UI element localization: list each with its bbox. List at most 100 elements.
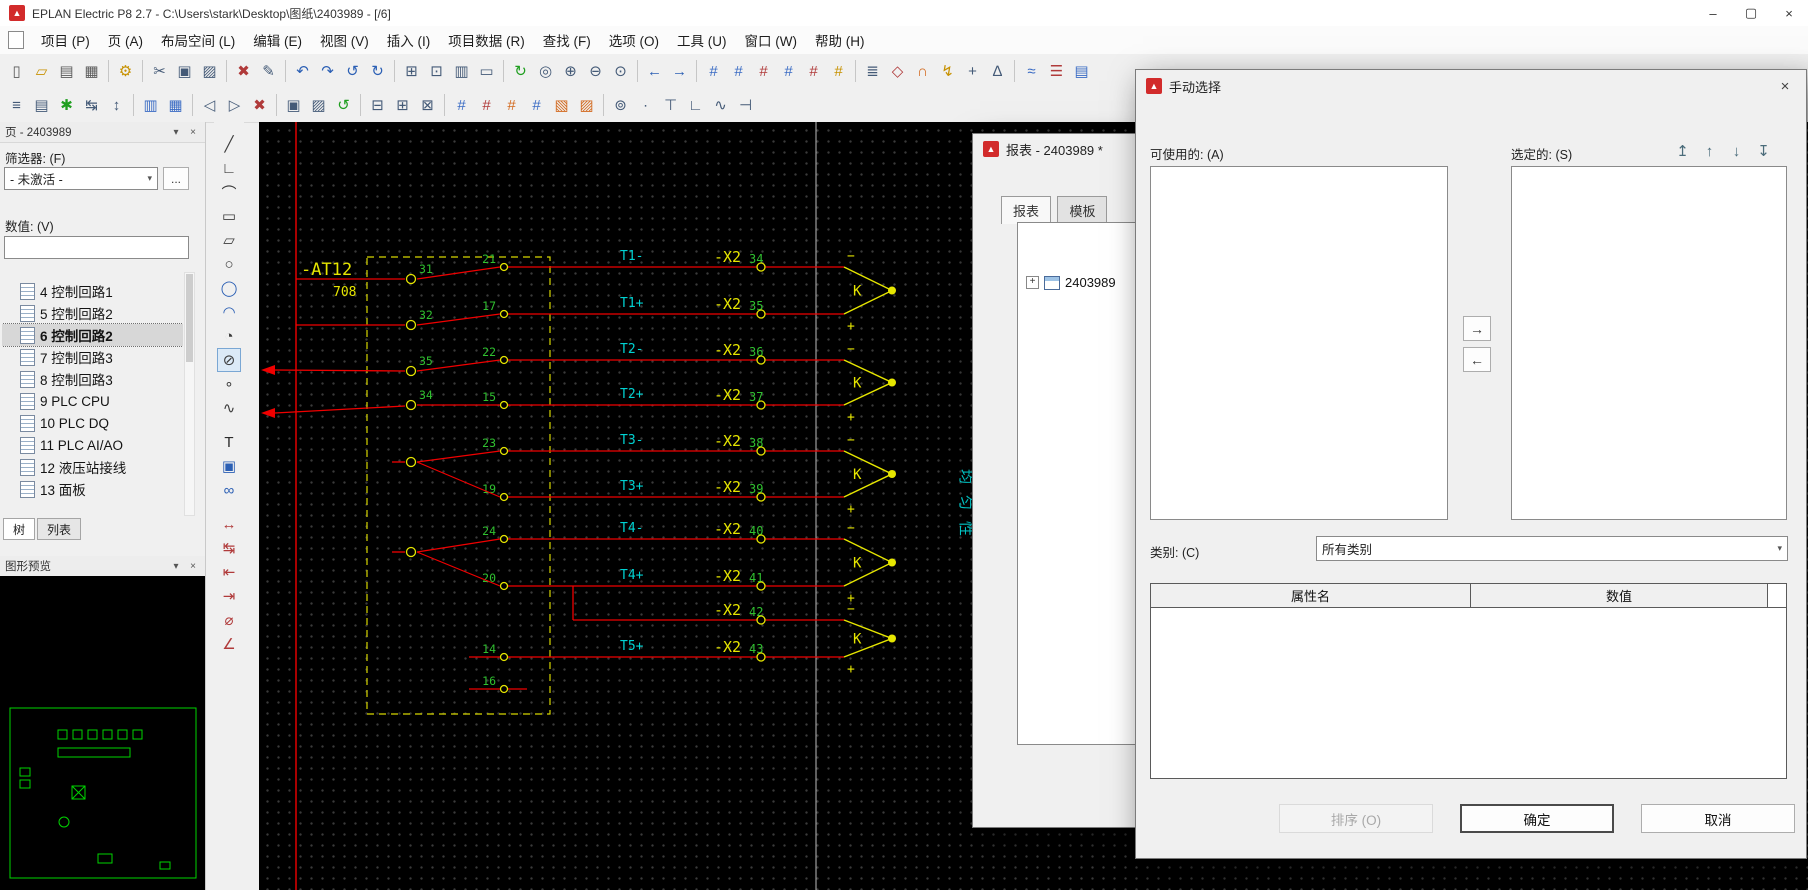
draw-sector-icon[interactable]: ◔	[217, 324, 241, 348]
menu-item-2[interactable]: 布局空间 (L)	[152, 26, 244, 54]
ok-button[interactable]: 确定	[1460, 804, 1614, 833]
wire-junction-icon[interactable]: ∙	[633, 93, 658, 118]
page-panel-header[interactable]: 页 - 2403989 ▾×	[0, 122, 205, 143]
dock-menu-icon[interactable]: ▾	[169, 125, 183, 139]
next-page-icon[interactable]: ▷	[222, 93, 247, 118]
report-tree-item[interactable]: + 2403989	[1026, 275, 1116, 290]
space-horizontal-icon[interactable]: ↹	[79, 93, 104, 118]
grid-size-d-icon[interactable]: #	[801, 59, 826, 84]
menu-item-7[interactable]: 查找 (F)	[534, 26, 600, 54]
menu-item-8[interactable]: 选项 (O)	[600, 26, 668, 54]
move-to-bottom-button[interactable]: ↧	[1750, 140, 1777, 162]
menu-item-3[interactable]: 编辑 (E)	[244, 26, 311, 54]
expand-icon[interactable]: +	[1026, 276, 1039, 289]
cancel-button[interactable]: 取消	[1641, 804, 1795, 833]
delete-icon[interactable]: ✖	[231, 59, 256, 84]
grid-size-b-icon[interactable]: #	[751, 59, 776, 84]
page-forward-icon[interactable]: →	[667, 59, 692, 84]
dimension-linear-icon[interactable]: ↔	[217, 512, 241, 536]
cut-icon[interactable]: ✂	[147, 59, 172, 84]
symbol-grid-1-icon[interactable]: #	[449, 93, 474, 118]
insert-page-macro-icon[interactable]: ▣	[281, 93, 306, 118]
column-value[interactable]: 数值	[1471, 584, 1768, 607]
insert-symbol-icon[interactable]: ⊡	[424, 59, 449, 84]
menu-item-5[interactable]: 插入 (I)	[378, 26, 440, 54]
insert-text-icon[interactable]: T	[217, 430, 241, 454]
available-listbox[interactable]	[1150, 166, 1448, 520]
design-mode-icon[interactable]: ∩	[910, 59, 935, 84]
insert-symbol-macro-icon[interactable]: ▨	[306, 93, 331, 118]
dimension-angle-icon[interactable]: ∠	[217, 632, 241, 656]
tab-template[interactable]: 模板	[1057, 196, 1107, 224]
filter-combobox[interactable]: - 未激活 - ▾	[4, 167, 158, 190]
dimension-continued-icon[interactable]: ↹	[217, 536, 241, 560]
page-back-icon[interactable]: ←	[642, 59, 667, 84]
print-icon[interactable]: ▦	[79, 59, 104, 84]
tree-item-page-0[interactable]: 4 控制回路1	[2, 280, 183, 302]
maximize-button[interactable]: ▢	[1732, 0, 1770, 26]
dimension-radius-icon[interactable]: ⌀	[217, 608, 241, 632]
move-down-button[interactable]: ↓	[1723, 140, 1750, 162]
draw-circle-partial-icon[interactable]: ⊘	[217, 348, 241, 372]
tab-report[interactable]: 报表	[1001, 196, 1051, 224]
dimension-baseline-icon[interactable]: ⇤	[217, 560, 241, 584]
grid-size-c-icon[interactable]: #	[776, 59, 801, 84]
draw-spline-icon[interactable]: ∿	[217, 396, 241, 420]
increment-icon[interactable]: ∆	[985, 59, 1010, 84]
connection-symbols-icon[interactable]: ≈	[1019, 59, 1044, 84]
insert-device-icon[interactable]: ⊚	[608, 93, 633, 118]
menu-item-10[interactable]: 窗口 (W)	[736, 26, 806, 54]
zoom-window-icon[interactable]: ◎	[533, 59, 558, 84]
object-snap-icon[interactable]: ◇	[885, 59, 910, 84]
insert-hyperlink-icon[interactable]: ∞	[217, 478, 241, 502]
tree-item-page-2[interactable]: 6 控制回路2	[2, 324, 183, 346]
coordinate-input-icon[interactable]: +	[960, 59, 985, 84]
page-navigator-icon[interactable]: ≡	[4, 93, 29, 118]
tree-item-page-1[interactable]: 5 控制回路2	[2, 302, 183, 324]
graphical-workspace-icon[interactable]: ▭	[474, 59, 499, 84]
tree-item-page-3[interactable]: 7 控制回路3	[2, 346, 183, 368]
jump-point-icon[interactable]: ↯	[935, 59, 960, 84]
graphical-preview[interactable]	[0, 576, 205, 890]
tree-item-page-6[interactable]: 10 PLC DQ	[2, 412, 183, 434]
generate-reports-icon[interactable]: ▦	[163, 93, 188, 118]
draw-arc-3point-icon[interactable]: ◠	[217, 300, 241, 324]
close-project-icon[interactable]: ✖	[247, 93, 272, 118]
tree-item-page-8[interactable]: 12 液压站接线	[2, 456, 183, 478]
scrollbar-thumb[interactable]	[186, 274, 193, 362]
page-preview-icon[interactable]: ▤	[54, 59, 79, 84]
remove-from-selected-button[interactable]: ←	[1463, 347, 1491, 372]
draw-circle-icon[interactable]: ◯	[217, 276, 241, 300]
menu-item-1[interactable]: 页 (A)	[99, 26, 152, 54]
filter-browse-button[interactable]: ...	[163, 167, 189, 190]
page-tree-icon[interactable]: ▤	[29, 93, 54, 118]
break-point-icon[interactable]: ⊣	[733, 93, 758, 118]
parts-list-icon[interactable]: ▨	[574, 93, 599, 118]
close-icon[interactable]: ×	[1764, 70, 1806, 102]
connection-line-icon[interactable]: ∿	[708, 93, 733, 118]
tree-item-page-7[interactable]: 11 PLC AI/AO	[2, 434, 183, 456]
copy-icon[interactable]: ▣	[172, 59, 197, 84]
previous-page-icon[interactable]: ◁	[197, 93, 222, 118]
grid-size-a-icon[interactable]: #	[726, 59, 751, 84]
zoom-entire-page-icon[interactable]: ⊙	[608, 59, 633, 84]
device-navigator-icon[interactable]: ⊟	[365, 93, 390, 118]
draw-polyline-icon[interactable]: ∟	[217, 156, 241, 180]
value-input[interactable]	[4, 236, 189, 259]
potential-view-icon[interactable]: ☰	[1044, 59, 1069, 84]
category-combobox[interactable]: 所有类别 ▾	[1316, 536, 1788, 561]
insert-image-icon[interactable]: ▣	[217, 454, 241, 478]
tree-item-page-5[interactable]: 9 PLC CPU	[2, 390, 183, 412]
move-to-top-button[interactable]: ↥	[1669, 140, 1696, 162]
minimize-button[interactable]: –	[1694, 0, 1732, 26]
draw-arc-icon[interactable]: ⌒	[217, 180, 241, 204]
title-bar[interactable]: ▲ EPLAN Electric P8 2.7 - C:\Users\stark…	[0, 0, 1808, 27]
symbol-grid-2-icon[interactable]: #	[474, 93, 499, 118]
selected-listbox[interactable]	[1511, 166, 1787, 520]
add-to-selected-button[interactable]: →	[1463, 316, 1491, 341]
parts-box-icon[interactable]: ▧	[549, 93, 574, 118]
draw-ellipse-icon[interactable]: ○	[217, 252, 241, 276]
property-table-body[interactable]	[1150, 608, 1787, 779]
zoom-out-icon[interactable]: ⊖	[583, 59, 608, 84]
tree-item-page-9[interactable]: 13 面板	[2, 478, 183, 500]
